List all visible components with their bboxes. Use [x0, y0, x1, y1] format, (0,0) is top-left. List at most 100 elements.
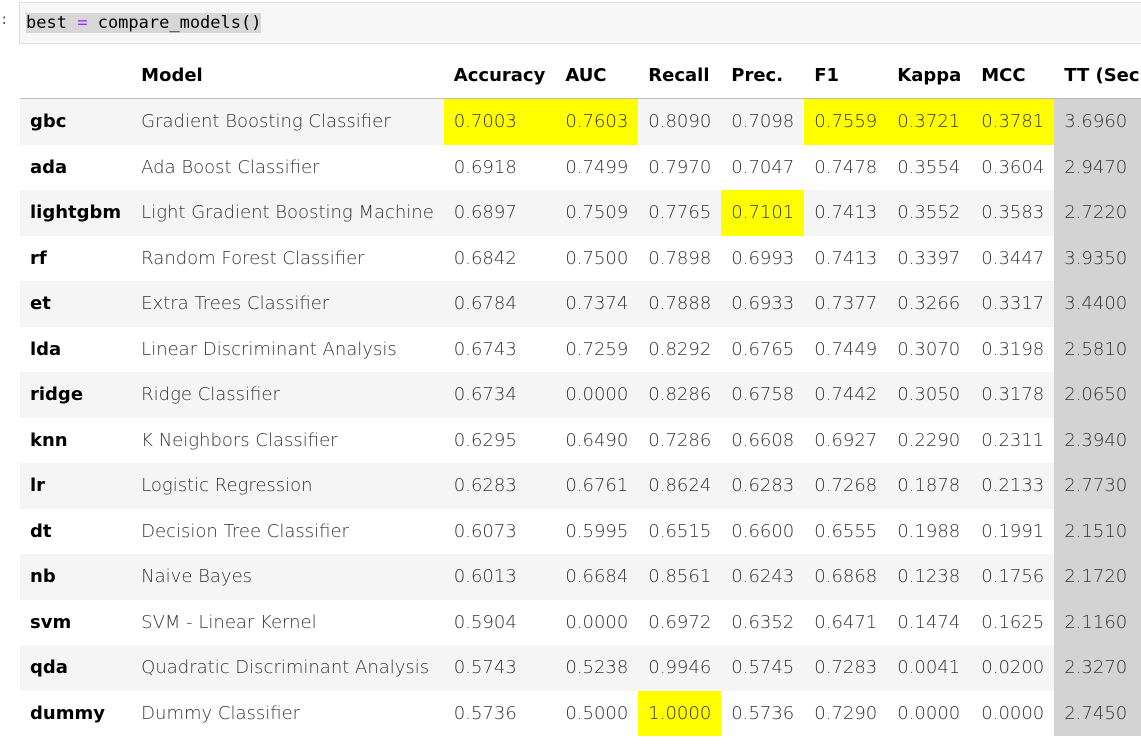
precision-cell: 0.6758	[721, 372, 805, 418]
code-function-call: compare_models()	[97, 13, 262, 33]
cell-prompt: :	[0, 12, 9, 28]
accuracy-cell: 0.6073	[443, 508, 556, 554]
recall-cell: 0.8090	[638, 98, 722, 145]
f1-cell: 0.6555	[804, 508, 888, 554]
code-cell[interactable]: best = compare_models()	[19, 2, 1141, 44]
mcc-cell: 0.0000	[971, 690, 1055, 736]
model-comparison-table: Model Accuracy AUC Recall Prec. F1 Kappa…	[20, 53, 1141, 736]
row-index: rf	[20, 235, 132, 281]
mcc-cell: 0.3178	[971, 372, 1055, 418]
auc-cell: 0.6490	[555, 417, 639, 463]
auc-cell: 0.7603	[555, 98, 639, 145]
accuracy-cell: 0.7003	[443, 98, 556, 145]
model-name: Logistic Regression	[131, 463, 444, 509]
tt-sec-cell: 2.3270	[1054, 645, 1141, 691]
table-row: ada Ada Boost Classifier 0.6918 0.7499 0.797…	[20, 144, 1141, 190]
model-name: Dummy Classifier	[131, 690, 444, 736]
header-f1: F1	[804, 53, 888, 99]
kappa-cell: 0.3721	[887, 98, 972, 145]
model-name: Random Forest Classifier	[131, 235, 444, 281]
precision-cell: 0.7047	[721, 144, 805, 190]
kappa-cell: 0.1238	[887, 554, 972, 600]
table-row: lr Logistic Regression 0.6283 0.6761 0.8624 0…	[20, 463, 1141, 509]
recall-cell: 0.7898	[638, 235, 722, 281]
f1-cell: 0.6927	[804, 417, 888, 463]
recall-cell: 0.6972	[638, 599, 722, 645]
auc-cell: 0.0000	[555, 372, 639, 418]
kappa-cell: 0.1878	[887, 463, 972, 509]
model-name: K Neighbors Classifier	[131, 417, 444, 463]
kappa-cell: 0.3050	[887, 372, 972, 418]
tt-sec-cell: 2.1720	[1054, 554, 1141, 600]
f1-cell: 0.7283	[804, 645, 888, 691]
table-row: gbc Gradient Boosting Classifier 0.7003 0.7…	[20, 98, 1141, 145]
row-index: knn	[20, 417, 132, 463]
table-row: ridge Ridge Classifier 0.6734 0.0000 0.8286 0…	[20, 372, 1141, 418]
auc-cell: 0.7259	[555, 326, 639, 372]
row-index: lda	[20, 326, 132, 372]
tt-sec-cell: 2.1160	[1054, 599, 1141, 645]
table-row: nb Naive Bayes 0.6013 0.6684 0.8561 0.6243 0.6…	[20, 554, 1141, 600]
f1-cell: 0.6868	[804, 554, 888, 600]
f1-cell: 0.7442	[804, 372, 888, 418]
auc-cell: 0.5000	[555, 690, 639, 736]
row-index: svm	[20, 599, 132, 645]
table-row: dummy Dummy Classifier 0.5736 0.5000 1.0000 0…	[20, 690, 1141, 736]
recall-cell: 0.7888	[638, 281, 722, 327]
f1-cell: 0.7449	[804, 326, 888, 372]
f1-cell: 0.7413	[804, 235, 888, 281]
recall-cell: 0.8292	[638, 326, 722, 372]
model-name: Naive Bayes	[131, 554, 444, 600]
code-line[interactable]: best = compare_models()	[26, 13, 262, 33]
kappa-cell: 0.3552	[887, 190, 972, 236]
code-variable: best	[26, 13, 67, 33]
mcc-cell: 0.3781	[971, 98, 1055, 145]
precision-cell: 0.5736	[721, 690, 805, 736]
header-kappa: Kappa	[887, 53, 972, 99]
tt-sec-cell: 2.0650	[1054, 372, 1141, 418]
mcc-cell: 0.2133	[971, 463, 1055, 509]
auc-cell: 0.5238	[555, 645, 639, 691]
row-index: lr	[20, 463, 132, 509]
model-name: Quadratic Discriminant Analysis	[131, 645, 444, 691]
mcc-cell: 0.3198	[971, 326, 1055, 372]
kappa-cell: 0.3266	[887, 281, 972, 327]
tt-sec-cell: 2.7730	[1054, 463, 1141, 509]
f1-cell: 0.6471	[804, 599, 888, 645]
precision-cell: 0.6243	[721, 554, 805, 600]
kappa-cell: 0.0000	[887, 690, 972, 736]
table-row: knn K Neighbors Classifier 0.6295 0.6490 0.7…	[20, 417, 1141, 463]
f1-cell: 0.7478	[804, 144, 888, 190]
accuracy-cell: 0.6897	[443, 190, 556, 236]
model-name: Linear Discriminant Analysis	[131, 326, 444, 372]
model-name: Gradient Boosting Classifier	[131, 98, 444, 145]
kappa-cell: 0.1988	[887, 508, 972, 554]
accuracy-cell: 0.6013	[443, 554, 556, 600]
recall-cell: 1.0000	[638, 690, 722, 736]
accuracy-cell: 0.6734	[443, 372, 556, 418]
auc-cell: 0.7500	[555, 235, 639, 281]
model-name: Ada Boost Classifier	[131, 144, 444, 190]
f1-cell: 0.7268	[804, 463, 888, 509]
row-index: gbc	[20, 98, 132, 145]
kappa-cell: 0.0041	[887, 645, 972, 691]
accuracy-cell: 0.6784	[443, 281, 556, 327]
f1-cell: 0.7290	[804, 690, 888, 736]
table-row: dt Decision Tree Classifier 0.6073 0.5995 0.…	[20, 508, 1141, 554]
recall-cell: 0.7765	[638, 190, 722, 236]
auc-cell: 0.6761	[555, 463, 639, 509]
accuracy-cell: 0.5904	[443, 599, 556, 645]
accuracy-cell: 0.5736	[443, 690, 556, 736]
auc-cell: 0.0000	[555, 599, 639, 645]
mcc-cell: 0.1625	[971, 599, 1055, 645]
kappa-cell: 0.3397	[887, 235, 972, 281]
mcc-cell: 0.0200	[971, 645, 1055, 691]
model-name: Extra Trees Classifier	[131, 281, 444, 327]
recall-cell: 0.8286	[638, 372, 722, 418]
precision-cell: 0.6352	[721, 599, 805, 645]
precision-cell: 0.6933	[721, 281, 805, 327]
recall-cell: 0.7286	[638, 417, 722, 463]
accuracy-cell: 0.6842	[443, 235, 556, 281]
kappa-cell: 0.3554	[887, 144, 972, 190]
tt-sec-cell: 2.5810	[1054, 326, 1141, 372]
